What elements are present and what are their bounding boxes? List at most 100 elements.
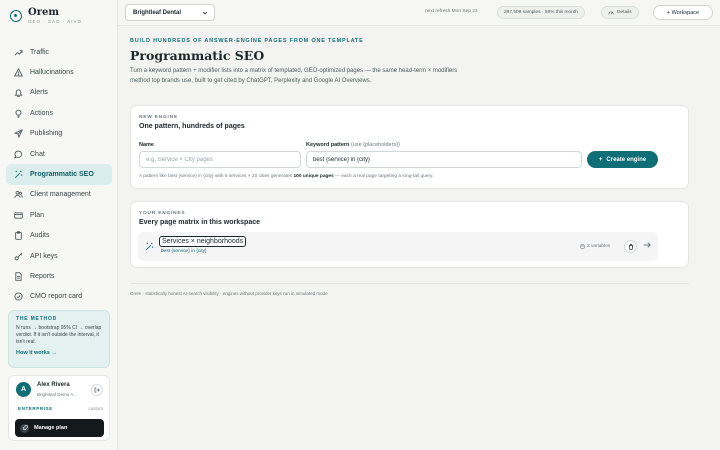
pattern-label-hint: (use {placeholders}): [350, 142, 400, 148]
manage-plan-button[interactable]: Manage plan: [15, 419, 104, 437]
logout-button[interactable]: [91, 384, 103, 396]
workspace-select-value: Brightleaf Dental: [133, 9, 182, 16]
key-icon: [14, 252, 23, 261]
your-engines-card: YOUR ENGINES Every page matrix in this w…: [130, 201, 689, 268]
sidebar-item-reports[interactable]: Reports: [6, 266, 112, 286]
manage-plan-label: Manage plan: [34, 425, 68, 431]
sidebar-item-label: Traffic: [30, 48, 50, 56]
shield-check-icon: [14, 292, 23, 301]
sidebar-nav: Traffic Hallucinations Alerts Actions Pu…: [6, 42, 112, 307]
sidebar-item-cmo-report-card[interactable]: CMO report card: [6, 287, 112, 307]
clipboard-icon: [14, 231, 23, 240]
gauge-icon: [608, 11, 614, 15]
sidebar-item-actions[interactable]: Actions: [6, 103, 112, 123]
new-engine-title: One pattern, hundreds of pages: [139, 123, 245, 130]
sidebar-item-hallucinations[interactable]: Hallucinations: [6, 62, 112, 82]
trash-icon: [628, 243, 633, 250]
sidebar-item-audits[interactable]: Audits: [6, 226, 112, 246]
sidebar-item-alerts[interactable]: Alerts: [6, 83, 112, 103]
sidebar-item-label: Audits: [30, 232, 50, 240]
bell-icon: [14, 88, 23, 98]
hint-prefix: A pattern like best {service} in {city} …: [139, 174, 294, 179]
user-card: A Alex Rivera Brightleaf Demo A... ENTER…: [8, 375, 110, 441]
sidebar-item-label: Programmatic SEO: [30, 171, 94, 179]
create-engine-label: Create engine: [606, 156, 647, 163]
sidebar-item-traffic[interactable]: Traffic: [6, 42, 112, 62]
name-input[interactable]: [139, 151, 301, 168]
credit-card-icon: [14, 211, 23, 220]
workspace-select[interactable]: Brightleaf Dental: [125, 4, 215, 21]
user-name: Alex Rivera: [37, 382, 70, 388]
details-label: Details: [617, 10, 632, 15]
users-icon: [14, 190, 23, 199]
details-button[interactable]: Details: [601, 6, 639, 19]
document-icon: [14, 272, 23, 281]
arrow-right-icon: [643, 242, 651, 248]
avatar: A: [16, 382, 31, 397]
your-engines-title: Every page matrix in this workspace: [139, 219, 260, 226]
sidebar-item-label: Actions: [30, 109, 53, 117]
engine-variables: 2 variables: [580, 244, 610, 249]
footer-note: Orem · statistically honest AI-search vi…: [130, 291, 328, 296]
create-engine-button[interactable]: + Create engine: [587, 151, 658, 168]
engine-variables-text: 2 variables: [587, 244, 611, 249]
how-it-works-link[interactable]: How it works →: [16, 350, 102, 356]
main-content: BUILD HUNDREDS OF ANSWER-ENGINE PAGES FR…: [118, 26, 720, 450]
sidebar-item-chat[interactable]: Chat: [6, 144, 112, 164]
open-engine-button[interactable]: [643, 241, 653, 251]
magic-wand-icon: [145, 242, 154, 251]
database-icon: [580, 244, 585, 249]
user-workspace: Brightleaf Demo A...: [37, 392, 78, 397]
topbar: Brightleaf Dental next refresh Mon Sep 2…: [118, 0, 720, 26]
method-title: THE METHOD: [16, 316, 58, 322]
pattern-label-text: Keyword pattern: [306, 142, 350, 148]
chevron-down-icon: [202, 11, 208, 15]
keyword-pattern-input[interactable]: [306, 151, 582, 168]
usage-pill: 287,509 samples · 58% this month: [497, 6, 585, 19]
sidebar-item-label: CMO report card: [30, 293, 83, 301]
trending-up-icon: [14, 48, 23, 57]
hint-bold: 100 unique pages: [293, 174, 334, 179]
pattern-hint: A pattern like best {service} in {city} …: [139, 174, 433, 179]
sidebar-item-label: API keys: [30, 252, 58, 260]
sidebar-item-publishing[interactable]: Publishing: [6, 124, 112, 144]
engine-row[interactable]: Services × neighborhoods best {service} …: [138, 232, 658, 261]
sidebar-item-client-management[interactable]: Client management: [6, 185, 112, 205]
plus-icon: +: [598, 156, 603, 163]
warning-triangle-icon: [14, 68, 23, 77]
page-description: Turn a keyword pattern + modifier lists …: [130, 68, 458, 84]
plan-type: custom: [88, 406, 103, 411]
lightbulb-icon: [14, 109, 23, 118]
your-engines-eyebrow: YOUR ENGINES: [139, 211, 186, 216]
brand-logo-icon: [10, 10, 22, 22]
sidebar-item-label: Client management: [30, 191, 91, 199]
sidebar-item-plan[interactable]: Plan: [6, 205, 112, 225]
sidebar-item-api-keys[interactable]: API keys: [6, 246, 112, 266]
delete-engine-button[interactable]: [624, 240, 637, 253]
brand[interactable]: Orem GEO · SAO · AIVO: [10, 7, 82, 24]
divider: [130, 283, 689, 284]
engine-name[interactable]: Services × neighborhoods: [159, 236, 247, 247]
new-engine-card: NEW ENGINE One pattern, hundreds of page…: [130, 105, 689, 189]
sidebar: Orem GEO · SAO · AIVO Traffic Hallucinat…: [0, 0, 118, 450]
sidebar-item-label: Alerts: [30, 89, 48, 97]
sidebar-item-label: Hallucinations: [30, 69, 74, 77]
add-workspace-button[interactable]: + Workspace: [653, 5, 713, 20]
page-eyebrow: BUILD HUNDREDS OF ANSWER-ENGINE PAGES FR…: [130, 38, 364, 44]
sidebar-item-programmatic-seo[interactable]: Programmatic SEO: [6, 164, 112, 185]
brand-name: Orem: [28, 7, 59, 18]
page-title: Programmatic SEO: [130, 48, 265, 63]
logout-icon: [94, 387, 100, 393]
rocket-icon: [20, 423, 29, 433]
hint-suffix: — each a real page targeting a long-tail…: [333, 174, 434, 179]
send-icon: [14, 129, 23, 139]
sidebar-item-label: Plan: [30, 211, 45, 219]
brand-tagline: GEO · SAO · AIVO: [28, 19, 83, 24]
engine-pattern: best {service} in {city}: [161, 249, 207, 254]
sidebar-item-label: Publishing: [30, 130, 63, 138]
method-callout: THE METHOD N runs → bootstrap 95% CI → o…: [8, 310, 110, 368]
name-field-label: Name: [139, 142, 154, 148]
chat-bubble-icon: [14, 150, 23, 159]
pattern-field-label: Keyword pattern (use {placeholders}): [306, 142, 400, 148]
refresh-text: next refresh Mon Sep 23: [425, 9, 478, 14]
